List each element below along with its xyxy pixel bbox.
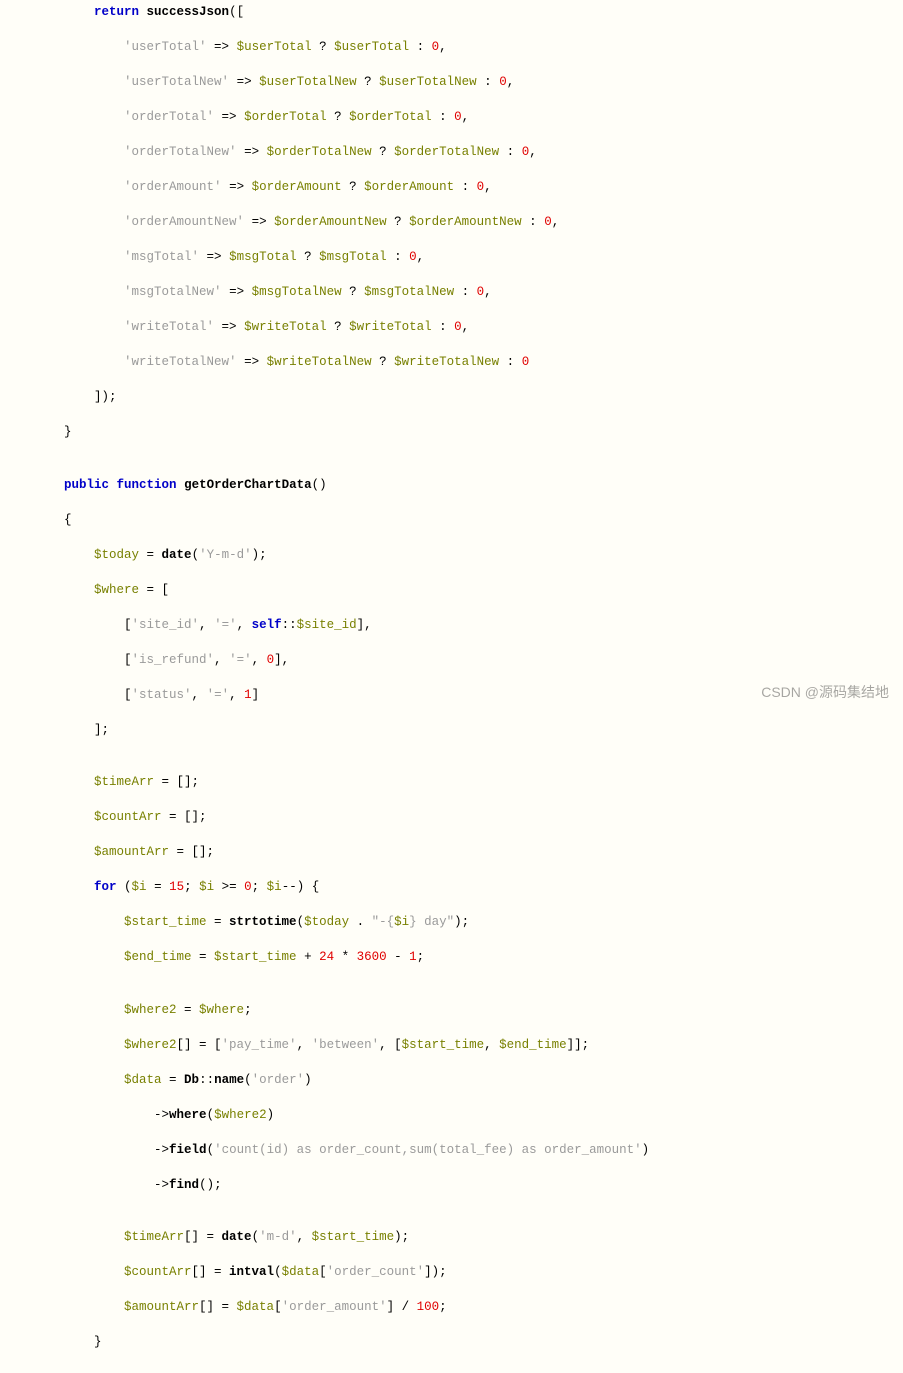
code-line: $timeArr = [];	[34, 774, 903, 792]
code-line: $where = [	[34, 582, 903, 600]
code-line: return successJson([	[34, 4, 903, 22]
code-line: 'userTotalNew' => $userTotalNew ? $userT…	[34, 74, 903, 92]
code-line: 'orderTotal' => $orderTotal ? $orderTota…	[34, 109, 903, 127]
code-line: ]);	[34, 389, 903, 407]
code-line: $data = Db::name('order')	[34, 1072, 903, 1090]
code-line: 'writeTotalNew' => $writeTotalNew ? $wri…	[34, 354, 903, 372]
code-line: $countArr[] = intval($data['order_count'…	[34, 1264, 903, 1282]
code-line: $amountArr = [];	[34, 844, 903, 862]
code-line: 'msgTotal' => $msgTotal ? $msgTotal : 0,	[34, 249, 903, 267]
code-line: 'orderAmountNew' => $orderAmountNew ? $o…	[34, 214, 903, 232]
code-line: {	[34, 512, 903, 530]
code-line: ->find();	[34, 1177, 903, 1195]
code-line: 'writeTotal' => $writeTotal ? $writeTota…	[34, 319, 903, 337]
code-line: for ($i = 15; $i >= 0; $i--) {	[34, 879, 903, 897]
code-line: ['is_refund', '=', 0],	[34, 652, 903, 670]
code-line: 'msgTotalNew' => $msgTotalNew ? $msgTota…	[34, 284, 903, 302]
watermark: CSDN @源码集结地	[761, 683, 889, 703]
code-line: $start_time = strtotime($today . "-{$i} …	[34, 914, 903, 932]
code-line: $where2[] = ['pay_time', 'between', [$st…	[34, 1037, 903, 1055]
code-line: ['site_id', '=', self::$site_id],	[34, 617, 903, 635]
code-line: $timeArr[] = date('m-d', $start_time);	[34, 1229, 903, 1247]
code-line: $today = date('Y-m-d');	[34, 547, 903, 565]
code-line: ->field('count(id) as order_count,sum(to…	[34, 1142, 903, 1160]
code-line: }	[34, 1334, 903, 1352]
code-line: 'userTotal' => $userTotal ? $userTotal :…	[34, 39, 903, 57]
code-line: }	[34, 424, 903, 442]
code-line: $end_time = $start_time + 24 * 3600 - 1;	[34, 949, 903, 967]
code-line: 'orderAmount' => $orderAmount ? $orderAm…	[34, 179, 903, 197]
code-line: $where2 = $where;	[34, 1002, 903, 1020]
code-line: public function getOrderChartData()	[34, 477, 903, 495]
code-line: 'orderTotalNew' => $orderTotalNew ? $ord…	[34, 144, 903, 162]
code-line: ];	[34, 722, 903, 740]
code-line: ->where($where2)	[34, 1107, 903, 1125]
code-line: $amountArr[] = $data['order_amount'] / 1…	[34, 1299, 903, 1317]
code-line: $countArr = [];	[34, 809, 903, 827]
